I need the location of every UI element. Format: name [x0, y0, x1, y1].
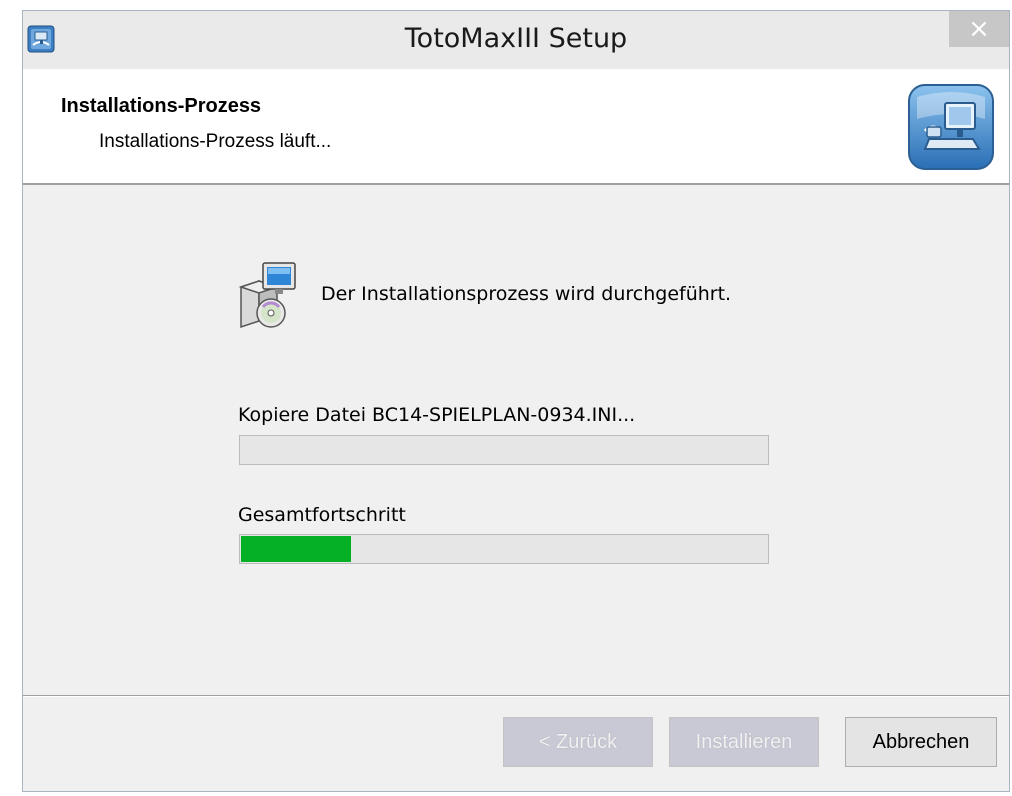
installer-package-icon	[237, 261, 299, 329]
current-file-label: Kopiere Datei BC14-SPIELPLAN-0934.INI...	[238, 404, 636, 426]
title-bar[interactable]: TotoMaxIII Setup ×	[23, 11, 1009, 69]
total-progress-fill	[241, 536, 352, 562]
close-icon: ×	[968, 14, 990, 44]
window-title: TotoMaxIII Setup	[404, 23, 628, 54]
page-subtitle: Installations-Prozess läuft...	[99, 131, 332, 152]
install-button[interactable]: Installieren	[669, 717, 819, 767]
back-button[interactable]: < Zurück	[503, 717, 653, 767]
total-progress-bar	[239, 534, 769, 564]
status-text: Der Installationsprozess wird durchgefüh…	[321, 283, 732, 305]
cancel-button[interactable]: Abbrechen	[845, 717, 997, 767]
header-panel: Installations-Prozess Installations-Proz…	[23, 69, 1009, 185]
install-button-label: Installieren	[695, 730, 793, 753]
back-button-label: < Zurück	[538, 730, 618, 753]
computer-install-logo-icon	[907, 83, 995, 171]
total-progress-label: Gesamtfortschritt	[238, 504, 406, 526]
file-progress-bar	[239, 435, 769, 465]
footer-divider	[23, 695, 1009, 697]
page-title: Installations-Prozess	[61, 95, 262, 117]
close-button[interactable]: ×	[949, 11, 1009, 47]
setup-window: TotoMaxIII Setup × Installations-Prozess…	[22, 10, 1010, 792]
cancel-button-label: Abbrechen	[872, 730, 970, 753]
